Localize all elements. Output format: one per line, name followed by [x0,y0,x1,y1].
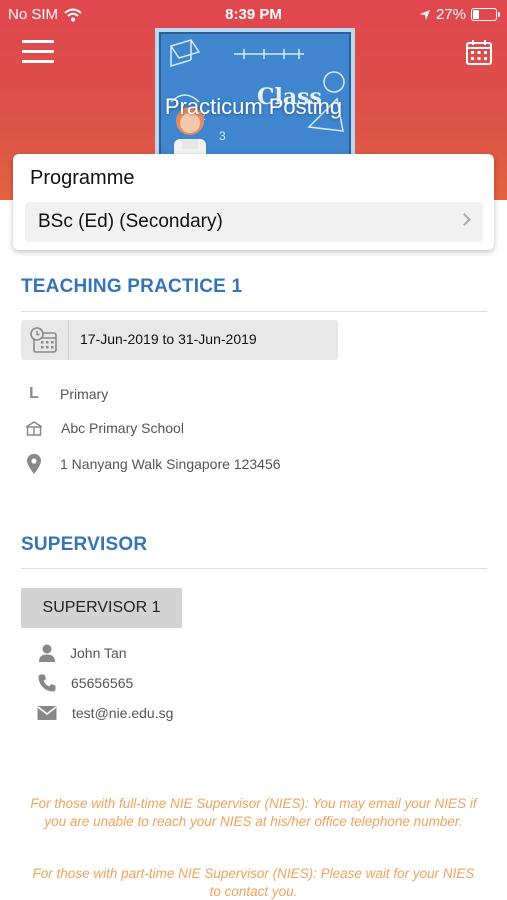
address-row: 1 Nanyang Walk Singapore 123456 [24,453,281,475]
supervisor-name: John Tan [70,645,127,661]
level-row: L Primary [24,383,108,405]
part-time-note: For those with part-time NIE Supervisor … [32,866,475,899]
address-text: 1 Nanyang Walk Singapore 123456 [60,456,281,472]
location-arrow-icon [419,9,430,20]
programme-label: Programme [30,167,135,189]
school-text: Abc Primary School [61,420,184,436]
supervisor-heading: SUPERVISOR [21,534,148,555]
battery-level [473,10,479,19]
svg-text:3: 3 [219,129,226,143]
date-icon-box [21,320,69,360]
hamburger-icon-bar [22,60,54,63]
battery-percent: 27% [435,6,466,23]
programme-selected-value: BSc (Ed) (Secondary) [38,211,223,232]
menu-button[interactable] [22,40,54,64]
level-letter: L [29,385,39,402]
envelope-icon [37,703,57,723]
chevron-right-icon [458,213,471,226]
phone-icon [37,673,57,693]
date-range-text: 17-Jun-2019 to 31-Jun-2019 [80,331,257,347]
programme-card: Programme BSc (Ed) (Secondary) [13,154,494,250]
supervisor-1-tab[interactable]: SUPERVISOR 1 [21,588,182,628]
teaching-practice-heading: TEACHING PRACTICE 1 [21,276,243,297]
status-bar: No SIM 8:39 PM 27% [0,0,507,30]
school-row: Abc Primary School [24,417,184,439]
supervisor-phone-row: 65656565 [37,672,133,694]
page-title: Practicum Posting [164,94,343,119]
school-icon [24,418,44,438]
calendar-icon[interactable] [465,38,493,66]
level-letter-icon: L [24,384,44,404]
hamburger-icon-bar [22,40,54,43]
divider [21,311,487,312]
calendar-clock-icon [30,327,57,353]
battery-icon [471,8,500,21]
supervisor-email-row: test@nie.edu.sg [37,702,173,724]
person-icon [37,643,57,663]
full-time-note: For those with full-time NIE Supervisor … [30,796,477,829]
location-pin-icon [24,454,44,474]
level-text: Primary [60,386,109,402]
supervisor-email[interactable]: test@nie.edu.sg [72,705,173,721]
date-range-field: 17-Jun-2019 to 31-Jun-2019 [21,320,338,360]
divider [21,568,487,569]
programme-select[interactable]: BSc (Ed) (Secondary) [25,202,483,242]
supervisor-name-row: John Tan [37,642,127,664]
supervisor-phone[interactable]: 65656565 [71,675,133,691]
hamburger-icon-bar [22,50,54,53]
